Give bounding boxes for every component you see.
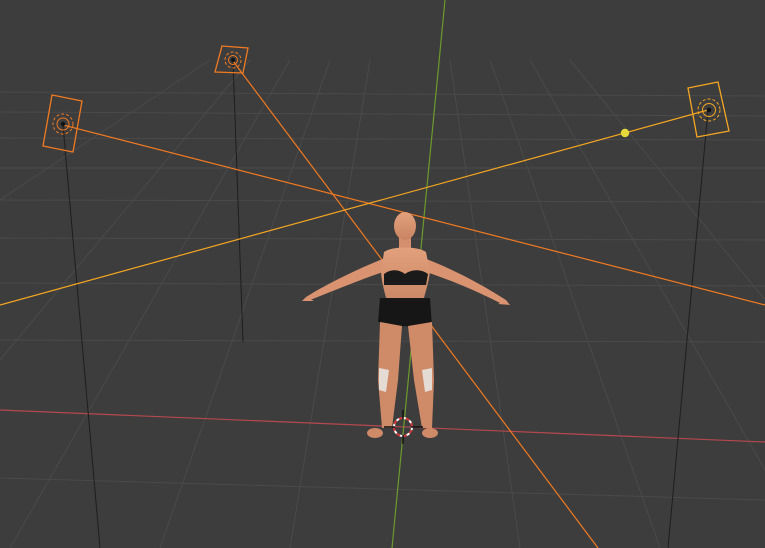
light-target-point[interactable]	[620, 128, 630, 138]
viewport-canvas[interactable]	[0, 0, 765, 548]
3d-viewport[interactable]	[0, 0, 765, 548]
